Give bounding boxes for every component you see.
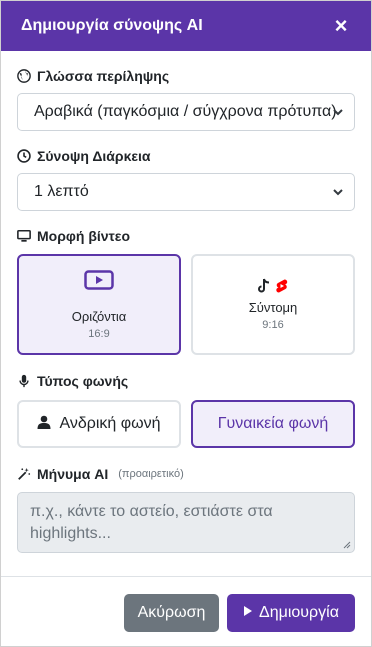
- clock-icon: [17, 149, 31, 163]
- format-label-text: Μορφή βίντεο: [37, 228, 130, 244]
- duration-label-text: Σύνοψη Διάρκεια: [37, 148, 151, 164]
- voice-option-female[interactable]: Γυναικεία φωνή: [191, 400, 355, 448]
- ai-summary-dialog: Δημιουργία σύνοψης AI × Γλώσσα περίληψης…: [0, 0, 372, 647]
- chevron-down-icon: [333, 109, 343, 116]
- message-label: Μήνυμα AI (προαιρετικό): [17, 466, 355, 482]
- format-option-name: Οριζόντια: [71, 308, 127, 324]
- message-label-text: Μήνυμα AI: [37, 466, 109, 482]
- duration-select-value: 1 λεπτό: [34, 183, 89, 200]
- voice-label: Τύπος φωνής: [17, 373, 355, 389]
- tiktok-shorts-icon: [257, 278, 289, 294]
- language-label: Γλώσσα περίληψης: [17, 68, 355, 84]
- youtube-icon: [84, 269, 114, 295]
- close-icon[interactable]: ×: [331, 13, 351, 38]
- language-select[interactable]: Αραβικά (παγκόσμια / σύγχρονα πρότυπα): [17, 93, 355, 131]
- duration-select[interactable]: 1 λεπτό: [17, 173, 355, 211]
- ai-message-placeholder: π.χ., κάντε το αστείο, εστιάστε στα high…: [30, 503, 273, 542]
- voice-options: Ανδρική φωνή Γυναικεία φωνή: [17, 400, 355, 448]
- dialog-body: Γλώσσα περίληψης Αραβικά (παγκόσμια / σύ…: [1, 68, 371, 553]
- cancel-button[interactable]: Ακύρωση: [124, 593, 219, 632]
- language-select-value: Αραβικά (παγκόσμια / σύγχρονα πρότυπα): [34, 103, 337, 120]
- format-options: Οριζόντια 16:9 Σύντομη 9:16: [17, 254, 355, 355]
- ai-message-input[interactable]: π.χ., κάντε το αστείο, εστιάστε στα high…: [17, 492, 355, 553]
- chevron-down-icon: [333, 189, 343, 196]
- format-option-name: Σύντομη: [248, 300, 298, 315]
- voice-label-text: Τύπος φωνής: [37, 373, 129, 389]
- play-icon: [243, 604, 253, 622]
- monitor-icon: [17, 229, 31, 243]
- voice-option-label: Ανδρική φωνή: [59, 415, 161, 432]
- create-button[interactable]: Δημιουργία: [227, 593, 355, 632]
- format-option-short[interactable]: Σύντομη 9:16: [191, 254, 355, 355]
- dialog-footer: Ακύρωση Δημιουργία: [1, 576, 371, 647]
- resize-grip-icon[interactable]: [343, 541, 351, 549]
- duration-label: Σύνοψη Διάρκεια: [17, 148, 355, 164]
- user-icon: [37, 415, 51, 434]
- create-button-label: Δημιουργία: [259, 603, 339, 621]
- format-label: Μορφή βίντεο: [17, 228, 355, 244]
- format-option-horizontal[interactable]: Οριζόντια 16:9: [17, 254, 181, 355]
- dialog-header: Δημιουργία σύνοψης AI ×: [1, 1, 371, 51]
- microphone-icon: [17, 374, 31, 388]
- dialog-title: Δημιουργία σύνοψης AI: [21, 17, 203, 34]
- format-option-ratio: 9:16: [262, 319, 284, 331]
- cancel-button-label: Ακύρωση: [137, 603, 206, 621]
- voice-option-label: Γυναικεία φωνή: [217, 415, 329, 432]
- optional-hint: (προαιρετικό): [118, 468, 184, 480]
- magic-wand-icon: [17, 467, 31, 481]
- globe-icon: [17, 69, 31, 83]
- language-label-text: Γλώσσα περίληψης: [37, 68, 170, 84]
- format-option-ratio: 16:9: [88, 327, 110, 340]
- voice-option-male[interactable]: Ανδρική φωνή: [17, 400, 181, 448]
